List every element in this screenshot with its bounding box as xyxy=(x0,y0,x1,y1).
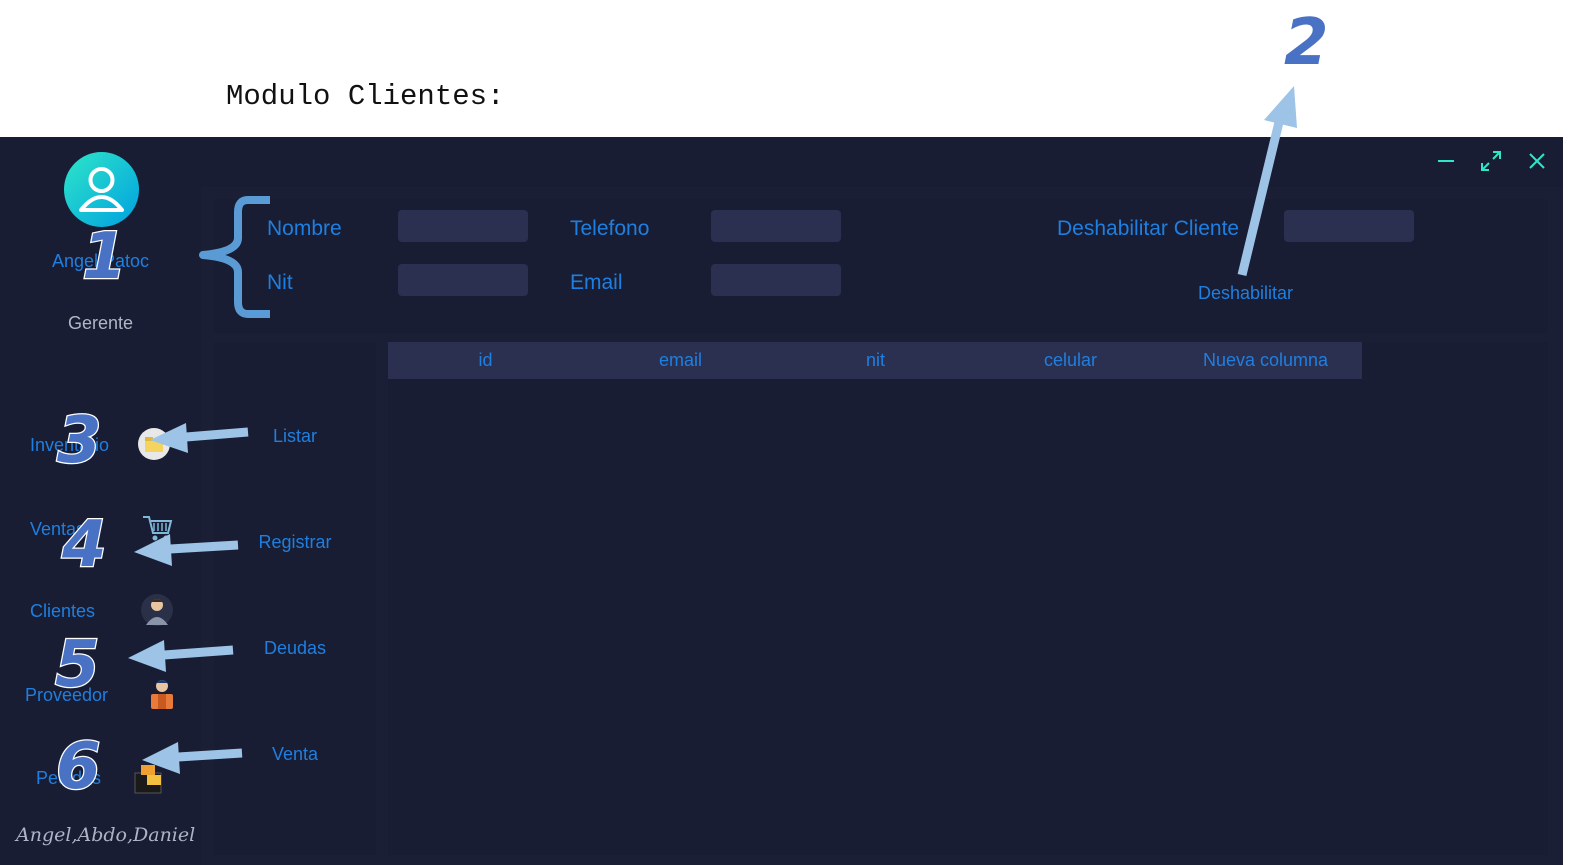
app-window: Angel Patoc Gerente Inventario Ventas Cl… xyxy=(0,137,1563,865)
orders-icon[interactable] xyxy=(133,761,167,795)
nombre-input[interactable] xyxy=(398,210,528,242)
close-icon[interactable] xyxy=(1525,149,1549,173)
nav-pedidos[interactable]: Pedidos xyxy=(36,768,101,789)
minimize-icon[interactable] xyxy=(1434,149,1458,173)
deshabilitar-button[interactable]: Deshabilitar xyxy=(1198,283,1293,304)
user-role: Gerente xyxy=(67,313,134,333)
page-heading: Modulo Clientes: xyxy=(226,80,505,113)
nav-inventario[interactable]: Inventario xyxy=(30,435,109,456)
client-form-panel: Nombre Nit Telefono Email Deshabilitar C… xyxy=(214,199,1548,333)
nav-proveedor[interactable]: Proveedor xyxy=(25,685,108,706)
email-label: Email xyxy=(570,271,623,294)
listar-button[interactable]: Listar xyxy=(214,426,376,447)
column-header[interactable]: id xyxy=(388,350,583,371)
shopping-cart-icon[interactable] xyxy=(140,511,174,545)
nav-ventas[interactable]: Ventas xyxy=(30,519,85,540)
registrar-button[interactable]: Registrar xyxy=(214,532,376,553)
user-name: Angel Patoc xyxy=(51,251,150,271)
telefono-input[interactable] xyxy=(711,210,841,242)
maximize-icon[interactable] xyxy=(1479,149,1503,173)
nav-clientes[interactable]: Clientes xyxy=(30,601,95,622)
user-avatar-icon xyxy=(64,152,139,227)
deshabilitar-cliente-label: Deshabilitar Cliente xyxy=(1057,217,1240,240)
supplier-icon[interactable] xyxy=(145,677,179,711)
nit-label: Nit xyxy=(267,271,293,294)
email-input[interactable] xyxy=(711,264,841,296)
deshabilitar-cliente-input[interactable] xyxy=(1284,210,1414,242)
column-header[interactable]: email xyxy=(583,350,778,371)
column-header[interactable]: celular xyxy=(973,350,1168,371)
signature: Angel,Abdo,Daniel xyxy=(16,824,196,846)
title-bar xyxy=(201,137,1563,187)
clients-table: id email nit celular Nueva columna xyxy=(388,342,1548,855)
column-header[interactable]: Nueva columna xyxy=(1168,350,1363,371)
customer-icon[interactable] xyxy=(140,593,174,627)
deudas-button[interactable]: Deudas xyxy=(214,638,376,659)
sidebar: Angel Patoc Gerente Inventario Ventas Cl… xyxy=(0,137,201,865)
arrow-annotation xyxy=(1264,86,1297,128)
nit-input[interactable] xyxy=(398,264,528,296)
table-header: id email nit celular Nueva columna xyxy=(388,342,1362,379)
annotation-number: 2 xyxy=(1284,6,1329,80)
nombre-label: Nombre xyxy=(267,217,342,240)
actions-panel: Listar Registrar Deudas Venta xyxy=(214,342,376,855)
venta-button[interactable]: Venta xyxy=(214,744,376,765)
inventory-icon[interactable] xyxy=(137,427,171,461)
column-header[interactable]: nit xyxy=(778,350,973,371)
telefono-label: Telefono xyxy=(570,217,650,240)
